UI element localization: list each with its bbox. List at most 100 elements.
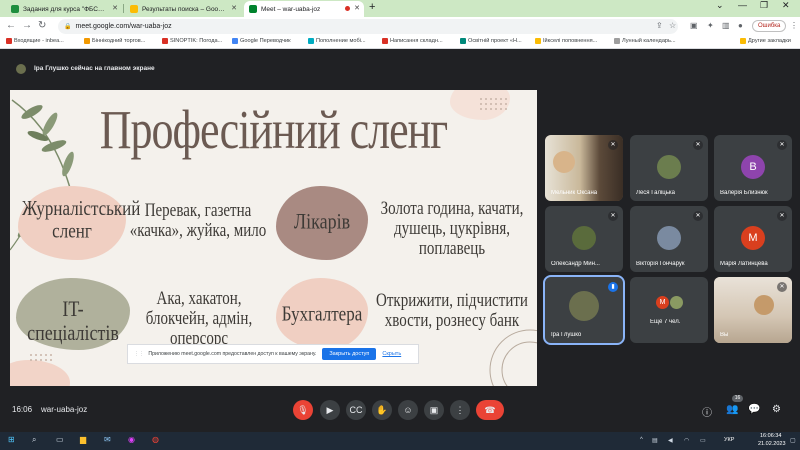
bookmark-item[interactable]: Пополнение мобі... bbox=[308, 38, 366, 44]
bookmark-item[interactable]: Ійкселі поповнення... bbox=[535, 38, 597, 44]
extension-icon[interactable]: ▣ bbox=[690, 21, 698, 30]
browser-tab-drive-search[interactable]: Результаты поиска – Google Диск ✕ bbox=[125, 1, 241, 17]
share-notice-text: Приложению meet.google.com предоставлен … bbox=[148, 351, 317, 357]
account-avatar-icon[interactable]: ● bbox=[738, 21, 743, 30]
bookmark-star-icon[interactable]: ☆ bbox=[669, 21, 676, 30]
file-explorer-icon[interactable]: ▆ bbox=[80, 435, 86, 444]
sidepanel-icon[interactable]: ▥ bbox=[722, 21, 730, 30]
participant-name: Олександр Мин... bbox=[551, 261, 600, 267]
clock-time[interactable]: 16:06:34 bbox=[760, 433, 781, 439]
bookmark-item[interactable]: Google Переводчик bbox=[232, 38, 291, 44]
back-arrow-icon[interactable]: ← bbox=[6, 20, 16, 31]
network-icon[interactable]: ▤ bbox=[652, 437, 658, 444]
mic-muted-icon: ✕ bbox=[777, 211, 787, 221]
close-tab-icon[interactable]: ✕ bbox=[354, 4, 360, 12]
hangup-icon: ☎ bbox=[484, 405, 496, 415]
lock-icon: 🔒 bbox=[64, 24, 72, 30]
bookmark-item[interactable]: Освітній проект «Н... bbox=[460, 38, 522, 44]
chat-icon[interactable]: 💬 bbox=[748, 404, 760, 415]
chrome-icon[interactable]: ◍ bbox=[152, 435, 159, 444]
clock-date[interactable]: 21.02.2023 bbox=[758, 441, 786, 447]
windows-start-icon[interactable]: ⊞ bbox=[8, 435, 15, 444]
folder-icon bbox=[740, 38, 746, 44]
drag-handle-icon[interactable]: ⋮⋮ bbox=[134, 351, 144, 357]
mic-muted-icon: ✕ bbox=[693, 140, 703, 150]
screen-share-notice: ⋮⋮ Приложению meet.google.com предоставл… bbox=[127, 344, 419, 364]
participant-name: Валерія Близнюк bbox=[720, 190, 768, 196]
camera-button[interactable]: ▶ bbox=[320, 400, 340, 420]
task-view-icon[interactable]: ▭ bbox=[56, 435, 64, 444]
maximize-icon[interactable]: ❐ bbox=[760, 0, 768, 11]
browser-tab-assignments[interactable]: Задания для курса "ФБС-13 УКР" ✕ bbox=[6, 1, 122, 17]
stop-sharing-button[interactable]: Закрыть доступ bbox=[322, 348, 377, 360]
battery-icon[interactable]: ▭ bbox=[700, 437, 706, 444]
shared-screen-slide: Професійний сленг Журналістський сленг П… bbox=[10, 90, 537, 386]
windows-taskbar bbox=[0, 432, 800, 450]
mic-muted-icon: ✕ bbox=[777, 140, 787, 150]
participant-face bbox=[553, 151, 575, 173]
wifi-icon[interactable]: ◠ bbox=[684, 437, 689, 444]
participant-tile[interactable]: ✕ Мельник Оксана bbox=[545, 135, 623, 201]
participant-tile-speaking[interactable]: ▮ Іра Глушко bbox=[543, 275, 625, 345]
puzzle-icon[interactable]: ✦ bbox=[707, 21, 714, 30]
bookmark-favicon-icon bbox=[308, 38, 314, 44]
participant-face bbox=[754, 295, 774, 315]
mic-off-button[interactable]: 🎙 bbox=[293, 400, 313, 420]
participant-tile[interactable]: ✕ Вікторія Гончарук bbox=[630, 206, 708, 272]
menu-kebab-icon[interactable]: ⋮ bbox=[790, 21, 798, 30]
more-participants-tile[interactable]: М Ещё 7 чел. bbox=[630, 277, 708, 343]
presenter-status-text: Іра Глушко сейчас на главном экране bbox=[34, 65, 155, 72]
present-screen-button[interactable]: ▣ bbox=[424, 400, 444, 420]
minimize-icon[interactable]: — bbox=[738, 0, 747, 10]
close-tab-icon[interactable]: ✕ bbox=[231, 4, 237, 12]
forward-arrow-icon[interactable]: → bbox=[22, 20, 32, 31]
bookmark-item[interactable]: Входящие - inbea... bbox=[6, 38, 64, 44]
bookmark-item[interactable]: SINOPTIK: Погода... bbox=[162, 38, 222, 44]
tab-search-icon[interactable]: ⌄ bbox=[716, 0, 724, 11]
address-bar[interactable]: 🔒 meet.google.com/war-uaba-joz bbox=[58, 19, 678, 34]
close-tab-icon[interactable]: ✕ bbox=[112, 4, 118, 12]
people-icon[interactable]: 👥 bbox=[726, 404, 738, 415]
mic-muted-icon: ✕ bbox=[608, 211, 618, 221]
close-window-icon[interactable]: ✕ bbox=[782, 0, 790, 11]
participant-tile[interactable]: ✕ Олександр Мин... bbox=[545, 206, 623, 272]
new-tab-button[interactable]: + bbox=[369, 1, 375, 13]
hide-notice-link[interactable]: Скрыть bbox=[382, 351, 401, 357]
share-page-icon[interactable]: ⇪ bbox=[656, 21, 663, 30]
volume-icon[interactable]: ◀ bbox=[668, 437, 673, 444]
participant-tile[interactable]: М ✕ Марія Латинцева bbox=[714, 206, 792, 272]
meeting-info-icon[interactable]: ⓘ bbox=[702, 404, 712, 419]
bookmark-favicon-icon bbox=[460, 38, 466, 44]
gmail-icon bbox=[6, 38, 12, 44]
other-bookmarks[interactable]: Другие закладки bbox=[740, 38, 791, 44]
present-icon: ▣ bbox=[429, 405, 439, 415]
self-view-tile[interactable]: ✕ Вы bbox=[714, 277, 792, 343]
participant-name: Іра Глушко bbox=[551, 332, 582, 338]
tab-separator bbox=[123, 4, 124, 13]
presenter-avatar bbox=[16, 64, 26, 74]
slide-category-examples: Перевак, газетна «качка», жуйка, мило bbox=[129, 200, 267, 241]
search-icon[interactable]: ⌕ bbox=[32, 435, 36, 445]
leave-call-button[interactable]: ☎ bbox=[476, 400, 504, 420]
dots-decoration bbox=[30, 354, 52, 361]
tray-chevron-icon[interactable]: ^ bbox=[640, 437, 643, 443]
input-language[interactable]: УКР bbox=[724, 437, 734, 443]
browser-tab-meet[interactable]: Meet – war-uaba-joz ✕ bbox=[244, 1, 364, 17]
tab-title: Результаты поиска – Google Диск bbox=[142, 5, 225, 13]
participant-tile[interactable]: ✕ Леся Галіцька bbox=[630, 135, 708, 201]
participant-tile[interactable]: В ✕ Валерія Близнюк bbox=[714, 135, 792, 201]
bookmark-item[interactable]: Написання складн... bbox=[382, 38, 443, 44]
reactions-button[interactable]: ☺ bbox=[398, 400, 418, 420]
viber-icon[interactable]: ◉ bbox=[128, 435, 135, 444]
more-options-button[interactable]: ⋮ bbox=[450, 400, 470, 420]
notifications-icon[interactable]: ▢ bbox=[790, 437, 796, 444]
captions-button[interactable]: CC bbox=[346, 400, 366, 420]
bookmark-item[interactable]: Біннікодний торгов... bbox=[84, 38, 145, 44]
profile-error-button[interactable]: Ошибка bbox=[752, 20, 787, 32]
mail-icon[interactable]: ✉ bbox=[104, 435, 111, 444]
bookmark-item[interactable]: Лунный календарь... bbox=[614, 38, 676, 44]
translate-icon bbox=[232, 38, 238, 44]
raise-hand-button[interactable]: ✋ bbox=[372, 400, 392, 420]
activities-icon[interactable]: ⚙ bbox=[772, 404, 781, 415]
reload-icon[interactable]: ↻ bbox=[38, 20, 46, 31]
